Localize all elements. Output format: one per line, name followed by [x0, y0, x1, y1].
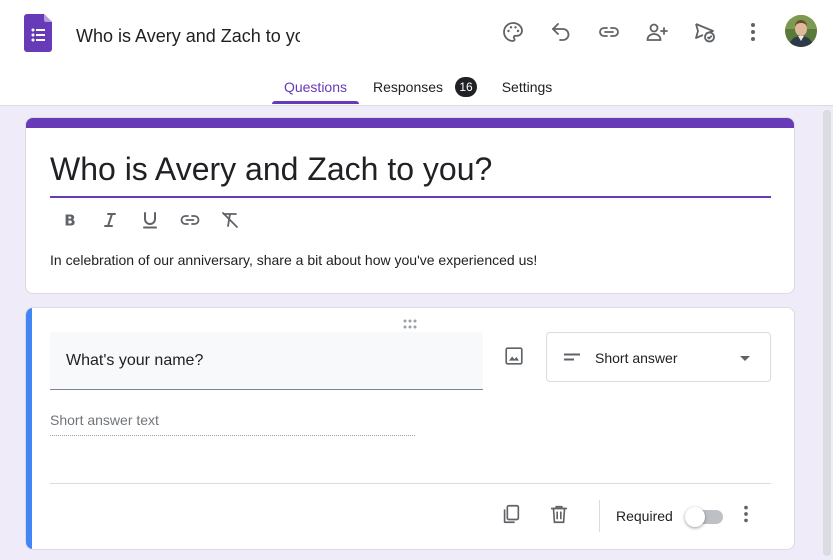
- add-person-icon[interactable]: [641, 16, 673, 48]
- drag-handle-icon[interactable]: [402, 316, 418, 329]
- palette-icon[interactable]: [497, 16, 529, 48]
- delete-icon[interactable]: [547, 502, 571, 526]
- question-title-field[interactable]: What's your name?: [50, 332, 483, 390]
- required-label: Required: [616, 508, 673, 524]
- avatar[interactable]: [785, 15, 817, 47]
- send-check-icon[interactable]: [689, 16, 721, 48]
- svg-text:B: B: [64, 212, 75, 230]
- active-tab-indicator: [272, 101, 359, 104]
- short-answer-placeholder: Short answer text: [50, 410, 415, 436]
- clear-format-icon[interactable]: [218, 208, 242, 232]
- header-accent: [26, 118, 794, 128]
- question-type-dropdown[interactable]: Short answer: [546, 332, 771, 382]
- question-footer-divider: [50, 483, 771, 484]
- tab-responses[interactable]: Responses: [368, 68, 448, 106]
- forms-logo-icon[interactable]: [24, 14, 52, 52]
- responses-count-badge: 16: [455, 77, 477, 97]
- active-question-accent: [26, 308, 32, 549]
- tab-bar: Questions Responses Settings: [0, 68, 833, 106]
- required-toggle[interactable]: [685, 507, 723, 527]
- short-text-icon: [561, 346, 583, 368]
- footer-vertical-divider: [599, 500, 600, 532]
- undo-icon[interactable]: [545, 16, 577, 48]
- question-title-input[interactable]: What's your name?: [66, 350, 466, 372]
- question-type-label: Short answer: [595, 350, 678, 366]
- required-toggle-knob: [685, 507, 705, 527]
- more-vert-icon[interactable]: [737, 16, 769, 48]
- tab-settings[interactable]: Settings: [494, 68, 560, 106]
- italic-icon[interactable]: [98, 208, 122, 232]
- underline-icon[interactable]: [138, 208, 162, 232]
- chevron-down-icon: [737, 350, 753, 366]
- document-title[interactable]: Who is Avery and Zach to you?: [76, 24, 300, 48]
- title-underline: [50, 196, 771, 198]
- insert-link-icon[interactable]: [178, 208, 202, 232]
- form-title-input[interactable]: Who is Avery and Zach to you?: [50, 148, 770, 190]
- form-description-input[interactable]: In celebration of our anniversary, share…: [50, 250, 770, 270]
- bold-icon[interactable]: B: [58, 208, 82, 232]
- question-card[interactable]: What's your name? Short answer Short ans…: [25, 307, 795, 550]
- question-more-icon[interactable]: [734, 502, 758, 526]
- top-bar: Who is Avery and Zach to you? Questions …: [0, 0, 833, 106]
- form-header-card: Who is Avery and Zach to you? B In celeb…: [25, 117, 795, 294]
- scrollbar-thumb[interactable]: [823, 110, 831, 556]
- duplicate-icon[interactable]: [499, 502, 523, 526]
- link-icon[interactable]: [593, 16, 625, 48]
- add-image-icon[interactable]: [502, 344, 526, 368]
